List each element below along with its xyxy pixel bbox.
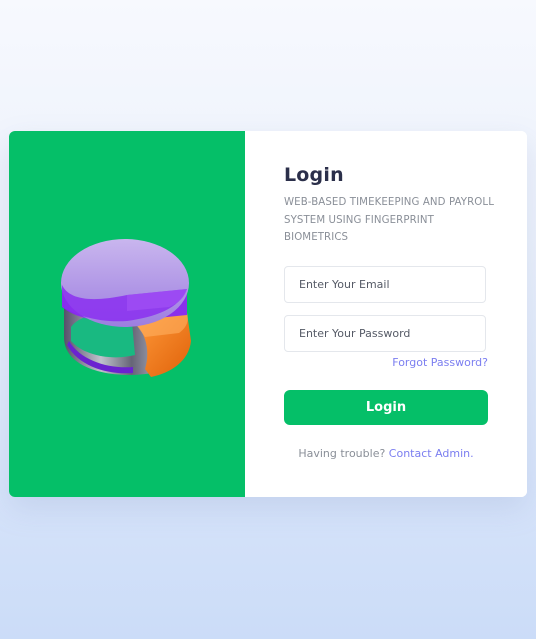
password-field[interactable] — [284, 315, 486, 352]
pie-chart-3d-icon — [61, 239, 191, 377]
brand-panel — [9, 131, 245, 497]
contact-admin-link[interactable]: Contact Admin. — [389, 447, 474, 460]
system-subtitle: WEB-BASED TIMEKEEPING AND PAYROLL SYSTEM… — [284, 197, 494, 244]
login-card: Login WEB-BASED TIMEKEEPING AND PAYROLL … — [9, 131, 527, 497]
login-button[interactable]: Login — [284, 390, 488, 425]
help-line: Having trouble? Contact Admin. — [284, 447, 488, 460]
login-form-panel: Login WEB-BASED TIMEKEEPING AND PAYROLL … — [245, 131, 527, 497]
help-text: Having trouble? — [298, 447, 386, 460]
email-field[interactable] — [284, 266, 486, 303]
forgot-password-link[interactable]: Forgot Password? — [392, 356, 488, 369]
page-title: Login — [284, 164, 344, 186]
